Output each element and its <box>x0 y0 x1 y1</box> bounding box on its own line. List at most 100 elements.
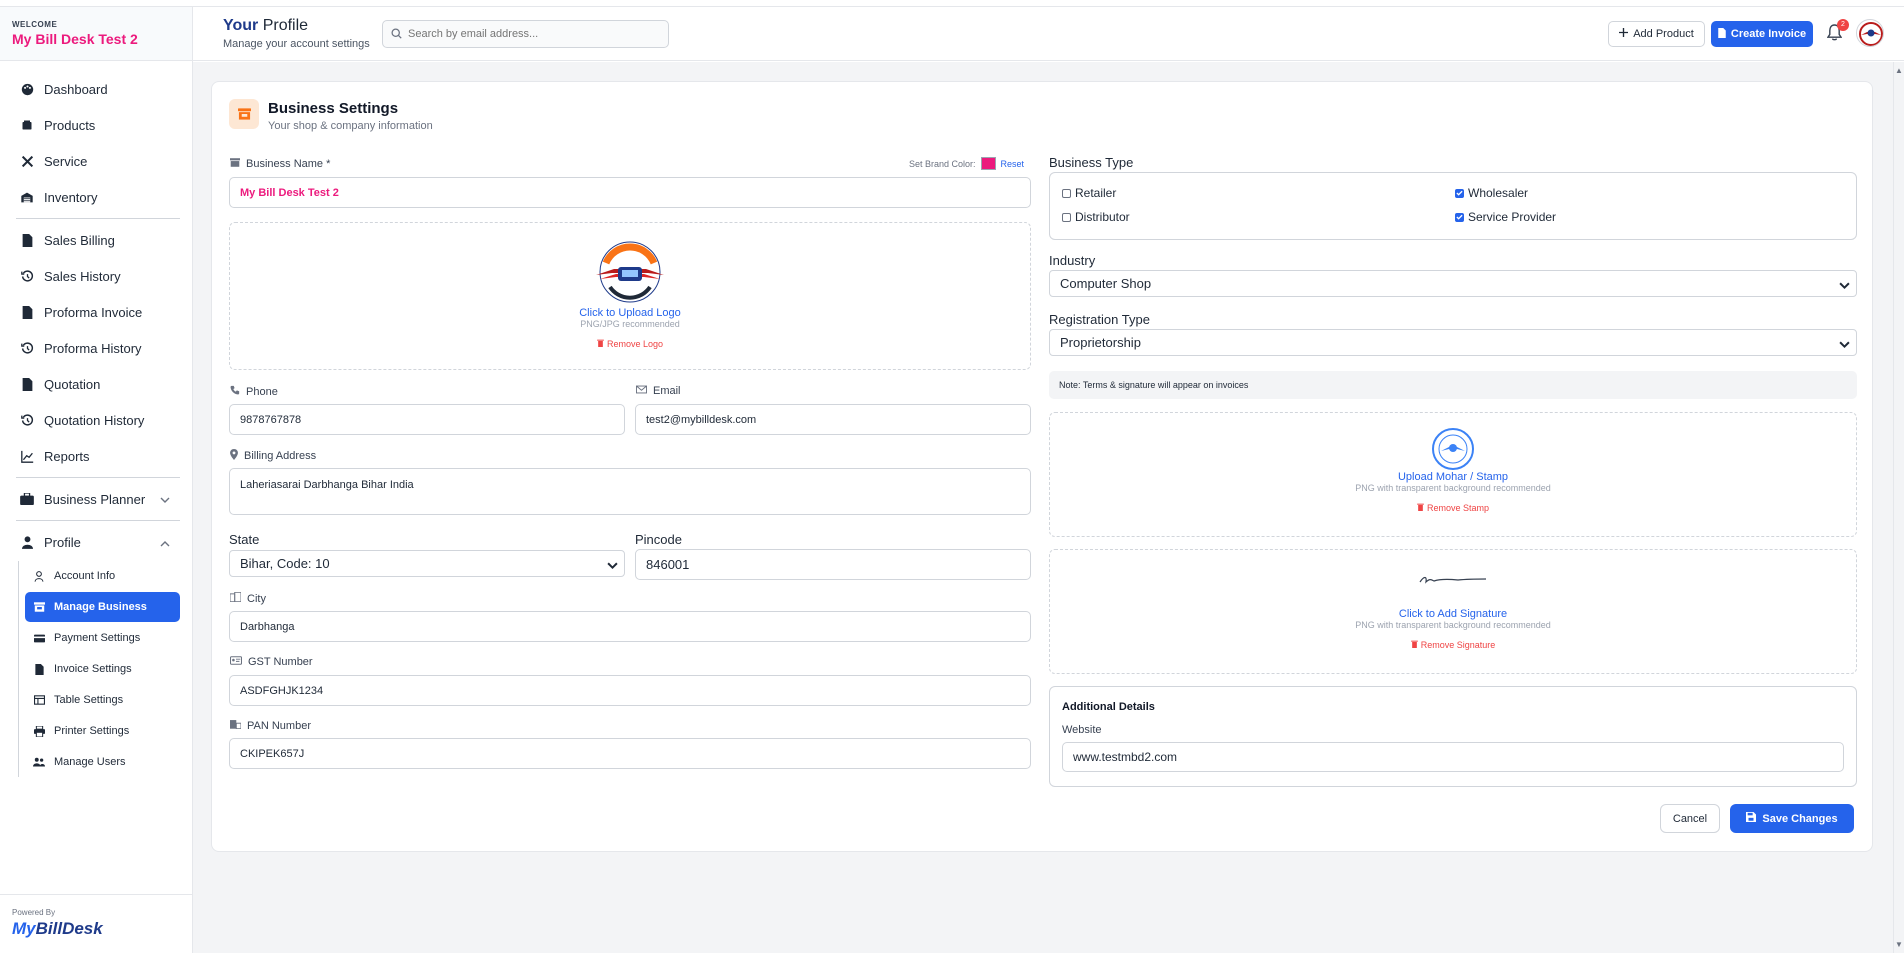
business-name-input[interactable]: My Bill Desk Test 2 <box>229 177 1031 208</box>
billing-address-textarea[interactable]: Laheriasarai Darbhanga Bihar India <box>229 468 1031 515</box>
powered-by-label: Powered By <box>12 908 56 917</box>
pincode-input[interactable]: 846001 <box>635 549 1031 580</box>
sidebar-item-profile[interactable]: Profile <box>0 524 192 560</box>
business-type-label: Business Type <box>1049 155 1134 170</box>
sidebar-item-quotation-history[interactable]: Quotation History <box>0 402 192 438</box>
history-icon <box>20 269 34 283</box>
remove-logo-button[interactable]: Remove Logo <box>597 339 663 349</box>
sidebar: WELCOME My Bill Desk Test 2 Dashboard Pr… <box>0 7 193 953</box>
reset-color-link[interactable]: Reset <box>1001 159 1025 169</box>
sidebar-item-business-planner[interactable]: Business Planner <box>0 481 192 517</box>
chevron-down-icon <box>1839 278 1850 293</box>
sidebar-item-sales-history[interactable]: Sales History <box>0 258 192 294</box>
submenu-item-payment-settings[interactable]: Payment Settings <box>25 623 180 653</box>
add-signature-link[interactable]: Click to Add Signature <box>1050 608 1856 620</box>
stamp-image <box>1050 427 1856 471</box>
distributor-checkbox[interactable]: Distributor <box>1062 210 1130 224</box>
page-title-rest: Profile <box>258 17 309 34</box>
gst-input[interactable]: ASDFGHJK1234 <box>229 675 1031 706</box>
page-subtitle: Manage your account settings <box>223 38 370 50</box>
sidebar-nav: Dashboard Products Service Inventory Sal… <box>0 61 192 777</box>
additional-details-title: Additional Details <box>1062 701 1155 713</box>
website-input[interactable]: www.testmbd2.com <box>1062 742 1844 772</box>
registration-type-select[interactable]: Proprietorship <box>1049 329 1857 356</box>
search-box[interactable] <box>382 20 669 48</box>
sidebar-item-proforma-invoice[interactable]: Proforma Invoice <box>0 294 192 330</box>
submenu-item-label: Table Settings <box>54 694 124 706</box>
top-header: Your Profile Manage your account setting… <box>193 7 1904 61</box>
avatar[interactable] <box>1856 19 1884 47</box>
sidebar-item-label: Service <box>44 153 88 169</box>
sidebar-item-service[interactable]: Service <box>0 143 192 179</box>
state-select[interactable]: Bihar, Code: 10 <box>229 550 625 577</box>
sidebar-item-label: Profile <box>44 534 81 550</box>
sidebar-item-label: Proforma Invoice <box>44 304 143 320</box>
city-input[interactable]: Darbhanga <box>229 611 1031 642</box>
main-scrollbar[interactable]: ▲ ▼ <box>1893 62 1904 953</box>
checkbox-label: Retailer <box>1075 186 1117 200</box>
search-input[interactable] <box>408 28 648 40</box>
phone-input[interactable]: 9878767878 <box>229 404 625 435</box>
email-input[interactable]: test2@mybilldesk.com <box>635 404 1031 435</box>
checkbox-box[interactable] <box>1455 212 1464 222</box>
map-pin-icon <box>230 449 238 463</box>
upload-logo-link[interactable]: Click to Upload Logo <box>230 307 1030 319</box>
sidebar-item-reports[interactable]: Reports <box>0 438 192 474</box>
brand-color-swatch[interactable] <box>980 157 996 170</box>
remove-stamp-button[interactable]: Remove Stamp <box>1417 503 1489 513</box>
brand-color-control: Set Brand Color: Reset <box>909 157 1024 170</box>
chevron-down-icon <box>607 558 618 573</box>
checkbox-box[interactable] <box>1062 188 1071 198</box>
page-title: Your Profile <box>223 17 308 35</box>
checkbox-label: Wholesaler <box>1468 186 1529 200</box>
chart-line-icon <box>20 449 34 463</box>
cancel-button[interactable]: Cancel <box>1660 804 1720 833</box>
scroll-up-arrow[interactable]: ▲ <box>1895 66 1903 75</box>
remove-signature-button[interactable]: Remove Signature <box>1410 640 1495 650</box>
credit-card-icon <box>33 632 45 644</box>
retailer-checkbox[interactable]: Retailer <box>1062 186 1116 200</box>
gst-label: GST Number <box>230 656 313 668</box>
checkbox-box[interactable] <box>1455 188 1464 198</box>
submenu-item-manage-business[interactable]: Manage Business <box>25 592 180 622</box>
pan-input[interactable]: CKIPEK657J <box>229 738 1031 769</box>
divider <box>16 477 180 478</box>
sidebar-item-dashboard[interactable]: Dashboard <box>0 71 192 107</box>
save-changes-label: Save Changes <box>1762 812 1838 825</box>
business-type-group: Retailer Wholesaler Distributor Service … <box>1049 172 1857 240</box>
checkbox-box[interactable] <box>1062 212 1071 222</box>
chevron-down-icon <box>1839 337 1850 352</box>
divider <box>16 218 180 219</box>
sidebar-item-products[interactable]: Products <box>0 107 192 143</box>
upload-stamp-link[interactable]: Upload Mohar / Stamp <box>1050 471 1856 483</box>
pincode-label: Pincode <box>635 532 682 547</box>
sidebar-item-proforma-history[interactable]: Proforma History <box>0 330 192 366</box>
sidebar-item-quotation[interactable]: Quotation <box>0 366 192 402</box>
sidebar-item-sales-billing[interactable]: Sales Billing <box>0 222 192 258</box>
label-text: Billing Address <box>244 450 317 462</box>
submenu-item-label: Account Info <box>54 570 116 582</box>
add-product-label: Add Product <box>1633 28 1694 40</box>
create-invoice-button[interactable]: Create Invoice <box>1711 21 1813 47</box>
service-provider-checkbox[interactable]: Service Provider <box>1455 210 1556 224</box>
submenu-item-printer-settings[interactable]: Printer Settings <box>25 716 180 746</box>
notification-bell[interactable]: 2 <box>1826 19 1849 44</box>
card-subtitle: Your shop & company information <box>268 120 433 132</box>
wholesaler-checkbox[interactable]: Wholesaler <box>1455 186 1528 200</box>
scroll-down-arrow[interactable]: ▼ <box>1895 940 1903 949</box>
additional-details-section: Additional Details Website www.testmbd2.… <box>1049 686 1857 787</box>
sidebar-item-inventory[interactable]: Inventory <box>0 179 192 215</box>
sidebar-item-label: Inventory <box>44 189 98 205</box>
submenu-item-account-info[interactable]: Account Info <box>25 561 180 591</box>
submenu-item-manage-users[interactable]: Manage Users <box>25 747 180 777</box>
signature-upload-area[interactable]: Click to Add Signature PNG with transpar… <box>1049 549 1857 674</box>
submenu-item-invoice-settings[interactable]: Invoice Settings <box>25 654 180 684</box>
add-product-button[interactable]: Add Product <box>1608 21 1705 47</box>
logo-upload-area[interactable]: Click to Upload Logo PNG/JPG recommended… <box>229 222 1031 370</box>
briefcase-icon <box>20 492 34 506</box>
save-changes-button[interactable]: Save Changes <box>1730 804 1854 833</box>
palette-icon <box>20 82 34 96</box>
submenu-item-table-settings[interactable]: Table Settings <box>25 685 180 715</box>
stamp-upload-area[interactable]: Upload Mohar / Stamp PNG with transparen… <box>1049 412 1857 537</box>
industry-select[interactable]: Computer Shop <box>1049 270 1857 297</box>
